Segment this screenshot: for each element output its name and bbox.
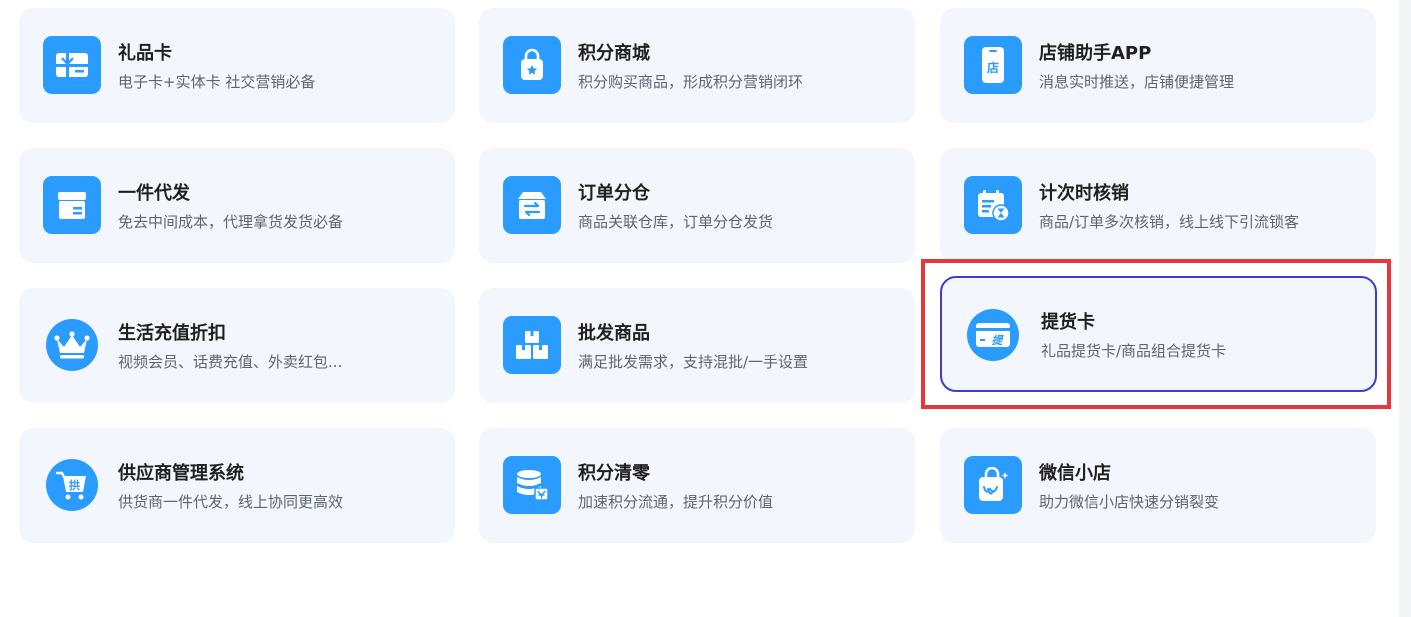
card-title: 批发商品 xyxy=(578,323,650,344)
card-title: 微信小店 xyxy=(1039,463,1111,484)
card-description: 电子卡+实体卡 社交营销必备 xyxy=(118,73,316,91)
card-title: 一件代发 xyxy=(118,183,190,204)
warehouse-transfer-icon xyxy=(503,176,561,234)
card-dropship[interactable]: 一件代发 免去中间成本，代理拿货发货必备 xyxy=(19,148,455,263)
pickup-card-icon: 提 xyxy=(967,309,1019,361)
supplier-glyph: 拱 xyxy=(69,478,80,492)
card-store-assistant-app[interactable]: 店 店铺助手APP 消息实时推送，店铺便捷管理 xyxy=(940,8,1376,123)
store-assistant-phone-icon: 店 xyxy=(964,36,1022,94)
card-description: 积分购买商品，形成积分营销闭环 xyxy=(578,73,804,91)
gift-card-icon xyxy=(43,36,101,94)
card-points-clear[interactable]: 积分清零 加速积分流通，提升积分价值 xyxy=(479,428,915,543)
card-description: 加速积分流通，提升积分价值 xyxy=(578,493,774,511)
card-description: 助力微信小店快速分销裂变 xyxy=(1039,493,1220,511)
card-supplier-management[interactable]: 拱 供应商管理系统 供货商一件代发，线上协同更高效 xyxy=(19,428,455,543)
crown-icon xyxy=(46,319,98,371)
card-title: 订单分仓 xyxy=(578,183,650,204)
wholesale-boxes-icon xyxy=(503,316,561,374)
card-title: 积分清零 xyxy=(578,463,650,484)
card-title: 计次时核销 xyxy=(1039,183,1129,204)
wechat-shop-bag-icon xyxy=(964,456,1022,514)
card-title: 礼品卡 xyxy=(118,43,172,64)
card-description: 消息实时推送，店铺便捷管理 xyxy=(1039,73,1235,91)
card-description: 供货商一件代发，线上协同更高效 xyxy=(118,493,344,511)
card-description: 礼品提货卡/商品组合提货卡 xyxy=(1041,342,1227,360)
supplier-cart-icon: 拱 xyxy=(46,459,98,511)
calendar-timer-icon xyxy=(964,176,1022,234)
card-description: 商品关联仓库，订单分仓发货 xyxy=(578,213,774,231)
dropship-box-icon xyxy=(43,176,101,234)
store-glyph: 店 xyxy=(987,60,999,75)
card-points-mall[interactable]: 积分商城 积分购买商品，形成积分营销闭环 xyxy=(479,8,915,123)
card-description: 免去中间成本，代理拿货发货必备 xyxy=(118,213,344,231)
card-description: 商品/订单多次核销，线上线下引流锁客 xyxy=(1039,213,1300,231)
card-title: 店铺助手APP xyxy=(1039,43,1152,64)
card-wechat-shop[interactable]: 微信小店 助力微信小店快速分销裂变 xyxy=(940,428,1376,543)
card-description: 满足批发需求，支持混批/一手设置 xyxy=(578,353,809,371)
points-clear-database-icon xyxy=(503,456,561,514)
card-title: 提货卡 xyxy=(1041,312,1095,333)
card-title: 积分商城 xyxy=(578,43,650,64)
card-wholesale-goods[interactable]: 批发商品 满足批发需求，支持混批/一手设置 xyxy=(479,288,915,403)
card-description: 视频会员、话费充值、外卖红包... xyxy=(118,353,343,371)
card-pickup-card[interactable]: 提 提货卡 礼品提货卡/商品组合提货卡 xyxy=(940,276,1377,392)
scrollbar-track[interactable] xyxy=(1399,0,1411,617)
app-grid-page: 礼品卡 电子卡+实体卡 社交营销必备 积分商城 积分购买商品，形成积分营销闭环 … xyxy=(0,0,1411,617)
card-gift-card[interactable]: 礼品卡 电子卡+实体卡 社交营销必备 xyxy=(19,8,455,123)
card-title: 生活充值折扣 xyxy=(118,323,226,344)
card-title: 供应商管理系统 xyxy=(118,463,244,484)
card-count-time-verification[interactable]: 计次时核销 商品/订单多次核销，线上线下引流锁客 xyxy=(940,148,1376,263)
card-life-recharge-discount[interactable]: 生活充值折扣 视频会员、话费充值、外卖红包... xyxy=(19,288,455,403)
card-order-warehouse[interactable]: 订单分仓 商品关联仓库，订单分仓发货 xyxy=(479,148,915,263)
points-mall-bag-icon xyxy=(503,36,561,94)
